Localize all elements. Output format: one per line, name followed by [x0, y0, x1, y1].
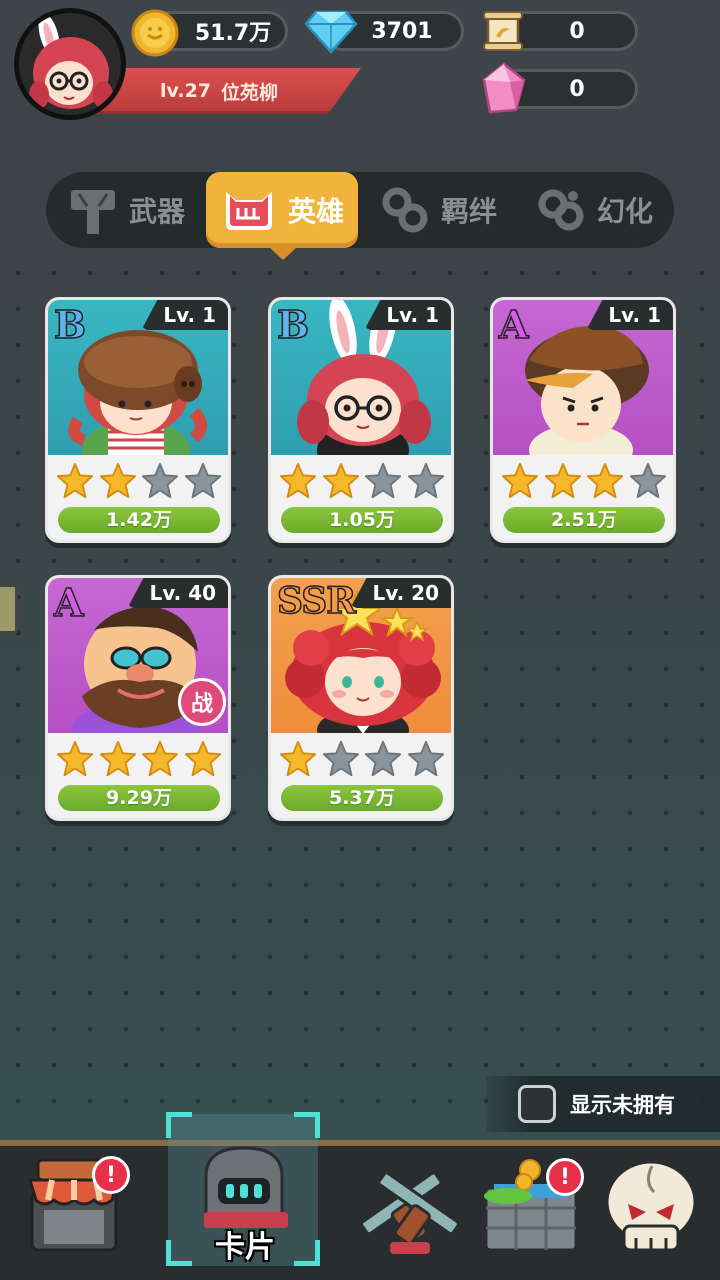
hero-card[interactable]: A Lv. 40 战 9.29万: [45, 575, 231, 821]
tab-weapons[interactable]: 武器: [50, 172, 202, 248]
player-name-banner: lv.27 位苑柳: [86, 68, 361, 114]
player-avatar[interactable]: [14, 8, 126, 120]
nav-boss[interactable]: [596, 1152, 716, 1272]
hero-rarity: SSR: [276, 579, 357, 623]
player-level: lv.27: [160, 80, 212, 102]
player-name: 位苑柳: [221, 81, 279, 104]
cat-hero-icon: [225, 192, 272, 230]
star-filled-icon: [184, 740, 222, 777]
tab-transform-label: 幻化: [596, 195, 653, 228]
crystal-value: 0: [569, 76, 585, 102]
nav-cards-label: 卡片: [215, 1230, 275, 1265]
hero-stars: [56, 740, 222, 778]
transform-icon: [538, 189, 584, 231]
hero-card[interactable]: B Lv. 1 1.42万: [45, 297, 231, 543]
tab-heroes-label: 英雄: [287, 195, 344, 228]
hero-card[interactable]: B Lv. 1 1.05万: [268, 297, 454, 543]
star-empty-icon: [407, 462, 445, 499]
diamond-value: 3701: [371, 18, 433, 44]
hero-power: 5.37万: [281, 785, 443, 811]
hero-level: Lv. 20: [350, 578, 451, 608]
star-empty-icon: [365, 462, 402, 499]
hero-power: 1.42万: [58, 507, 220, 533]
nav-battle[interactable]: [350, 1152, 470, 1272]
hero-stars: [279, 462, 445, 500]
star-filled-icon: [99, 462, 136, 499]
show-unowned-checkbox[interactable]: [518, 1085, 556, 1123]
crossed-guns-icon: [360, 1171, 460, 1254]
hero-card[interactable]: A Lv. 1 2.51万: [490, 297, 676, 543]
star-filled-icon: [56, 462, 94, 499]
tab-bonds[interactable]: 羁绊: [362, 172, 514, 248]
treasure-notification-badge: !: [546, 1158, 584, 1196]
star-filled-icon: [142, 740, 179, 777]
star-filled-icon: [322, 462, 359, 499]
selection-corner: [166, 1112, 192, 1138]
star-empty-icon: [184, 462, 222, 499]
hero-stars: [279, 740, 445, 778]
star-filled-icon: [279, 462, 317, 499]
tab-active-pointer: [268, 246, 298, 260]
gold-value: 51.7万: [194, 21, 272, 46]
pink-crystal-icon: [482, 62, 526, 114]
hero-power: 2.51万: [503, 507, 665, 533]
tab-transform[interactable]: 幻化: [518, 172, 670, 248]
hero-level: Lv. 40: [127, 578, 228, 608]
hero-rarity: A: [53, 579, 84, 626]
show-unowned-label: 显示未拥有: [570, 1093, 675, 1117]
star-empty-icon: [407, 740, 445, 777]
star-filled-icon: [501, 462, 539, 499]
star-filled-icon: [587, 462, 624, 499]
star-empty-icon: [629, 462, 667, 499]
hero-rarity: A: [498, 301, 529, 348]
diamond-icon: [304, 10, 358, 54]
skull-icon: [605, 1160, 697, 1252]
hero-rarity: B: [276, 301, 310, 348]
show-unowned-toggle[interactable]: 显示未拥有: [486, 1076, 720, 1132]
star-empty-icon: [142, 462, 179, 499]
scroll-icon: [483, 11, 523, 51]
tab-heroes[interactable]: 英雄: [206, 172, 358, 248]
side-drawer-handle[interactable]: [0, 584, 18, 634]
hero-card[interactable]: SSR Lv. 20 5.37万: [268, 575, 454, 821]
star-filled-icon: [544, 462, 581, 499]
star-empty-icon: [322, 740, 359, 777]
selection-corner: [294, 1112, 320, 1138]
hero-power: 1.05万: [281, 507, 443, 533]
chain-icon: [382, 187, 428, 233]
star-filled-icon: [56, 740, 94, 777]
star-empty-icon: [365, 740, 402, 777]
hammer-icon: [70, 190, 115, 234]
hero-power: 9.29万: [58, 785, 220, 811]
star-filled-icon: [279, 740, 317, 777]
tab-weapons-label: 武器: [128, 195, 185, 228]
hero-rarity: B: [53, 301, 87, 348]
gold-coin-icon: [131, 9, 179, 57]
in-battle-badge: 战: [178, 678, 226, 726]
star-filled-icon: [99, 740, 136, 777]
tab-bonds-label: 羁绊: [440, 195, 497, 228]
hero-stars: [501, 462, 667, 500]
scroll-value: 0: [569, 18, 585, 44]
shop-notification-badge: !: [92, 1156, 130, 1194]
hero-stars: [56, 462, 222, 500]
knight-helmet-icon: [204, 1146, 288, 1228]
